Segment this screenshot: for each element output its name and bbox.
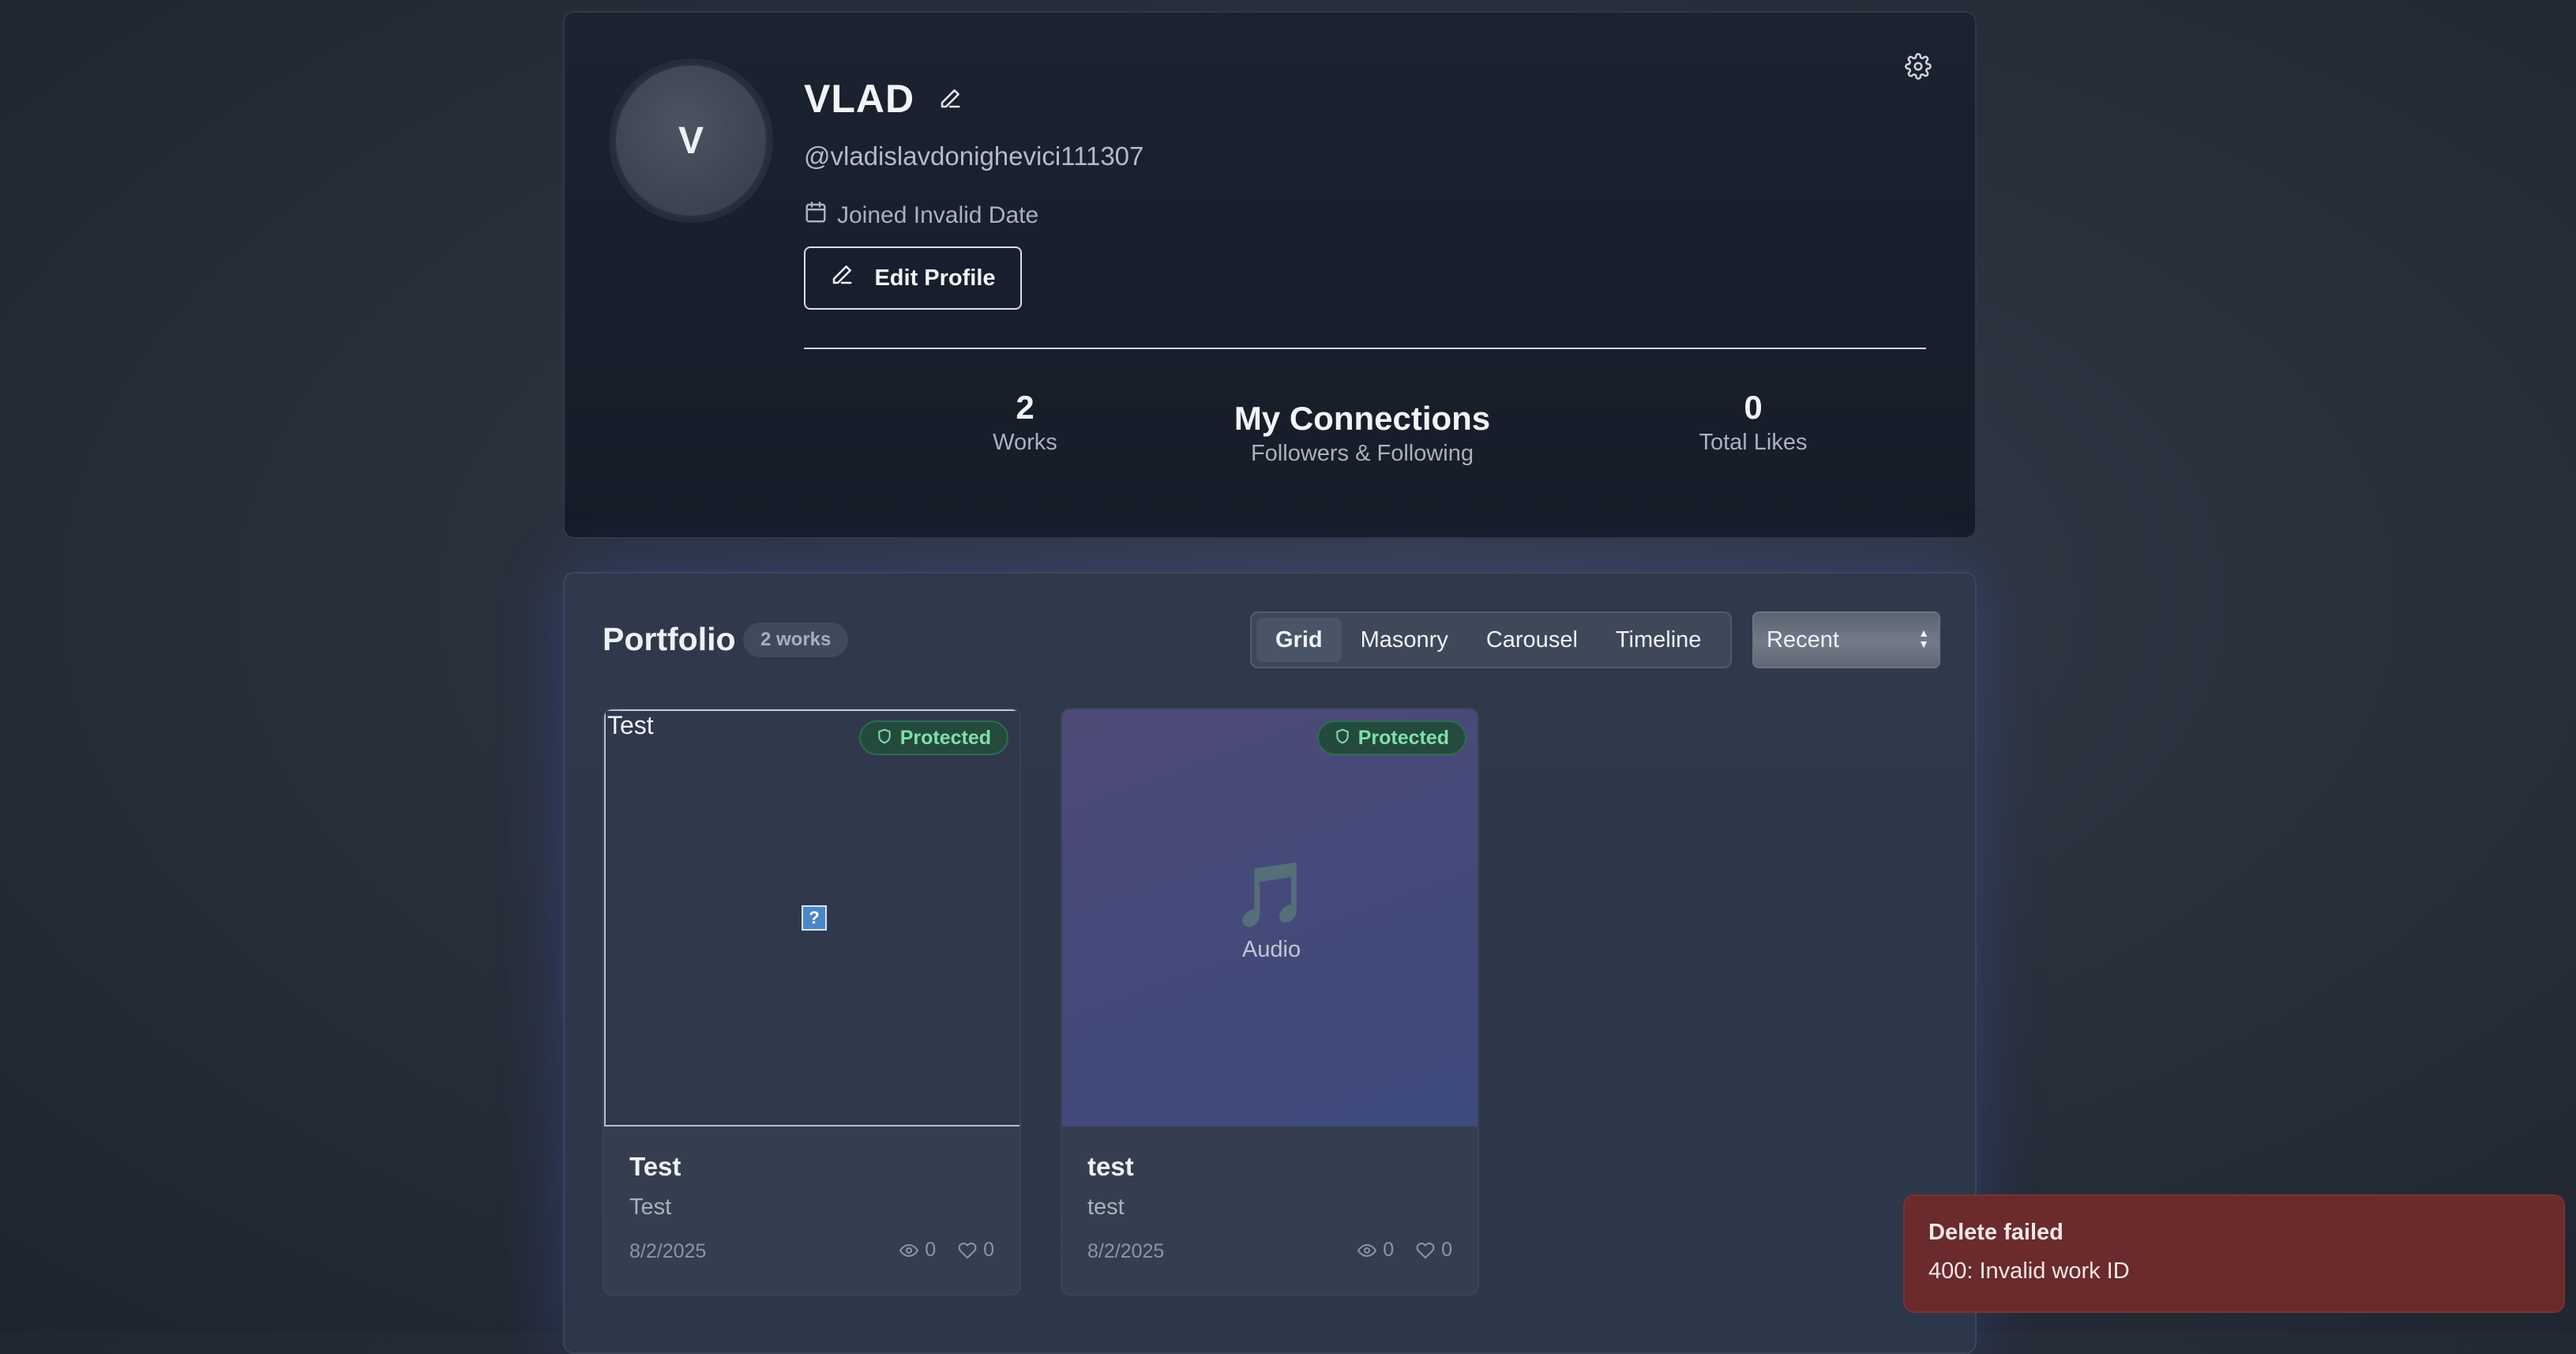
profile-divider: [804, 348, 1926, 349]
connections-title: My Connections: [1234, 400, 1491, 437]
edit-name-pencil-icon[interactable]: [938, 87, 962, 111]
view-masonry-button[interactable]: Masonry: [1342, 618, 1467, 662]
portfolio-section: Portfolio 2 works Grid Masonry Carousel …: [563, 572, 1977, 1354]
error-toast[interactable]: Delete failed 400: Invalid work ID: [1903, 1194, 2565, 1313]
likes-stat[interactable]: 0: [958, 1239, 994, 1262]
works-count-badge: 2 works: [743, 622, 849, 657]
broken-image-icon: ?: [802, 905, 827, 931]
protected-label: Protected: [899, 726, 991, 749]
work-card[interactable]: Test ? Protected Test Test 8/2/2025 0 0: [603, 708, 1021, 1296]
joined-text: Joined Invalid Date: [837, 202, 1039, 228]
work-stats: 0 0: [1357, 1239, 1452, 1262]
avatar: V: [616, 66, 766, 216]
likes-count: 0: [1744, 389, 1763, 426]
broken-image-alt-text: Test: [607, 711, 654, 739]
work-title: test: [1087, 1152, 1134, 1181]
joined-date: Joined Invalid Date: [804, 201, 1038, 231]
sort-select[interactable]: Recent ▲ ▼: [1752, 611, 1940, 668]
protected-label: Protected: [1357, 726, 1449, 749]
view-carousel-button[interactable]: Carousel: [1467, 618, 1597, 662]
shield-icon: [1335, 727, 1350, 750]
toast-title: Delete failed: [1928, 1220, 2063, 1245]
likes-label: Total Likes: [1699, 430, 1808, 455]
views-count: 0: [925, 1239, 937, 1261]
work-stats: 0 0: [899, 1239, 994, 1262]
views-stat: 0: [1357, 1239, 1394, 1262]
likes-stat: 0 Total Likes: [1674, 389, 1832, 456]
audio-placeholder: 🎵 Audio: [1062, 859, 1478, 963]
likes-count: 0: [1441, 1239, 1452, 1261]
name-row: VLAD: [804, 76, 962, 122]
connections-link[interactable]: My Connections Followers & Following: [1204, 400, 1520, 467]
view-timeline-button[interactable]: Timeline: [1597, 618, 1721, 662]
likes-count: 0: [983, 1239, 994, 1261]
edit-profile-button[interactable]: Edit Profile: [804, 246, 1022, 310]
sort-selected-value: Recent: [1767, 626, 1839, 653]
work-thumbnail[interactable]: 🎵 Audio: [1062, 709, 1478, 1126]
works-label: Works: [993, 430, 1057, 455]
shield-icon: [877, 727, 892, 750]
work-card[interactable]: 🎵 Audio Protected test test 8/2/2025 0 0: [1061, 708, 1479, 1296]
views-count: 0: [1383, 1239, 1395, 1261]
protected-badge: Protected: [1316, 720, 1466, 755]
connections-subtitle: Followers & Following: [1250, 441, 1474, 466]
eye-icon: [899, 1241, 919, 1260]
edit-profile-label: Edit Profile: [874, 265, 996, 291]
heart-icon: [1416, 1241, 1435, 1260]
toast-message: 400: Invalid work ID: [1928, 1258, 2130, 1284]
audio-label: Audio: [1241, 937, 1301, 962]
thumbnail-top-border: [618, 709, 1013, 711]
work-title: Test: [629, 1152, 682, 1181]
profile-card: V VLAD @vladislavdonighevici111307 Joine…: [563, 11, 1977, 539]
music-note-icon: 🎵: [1232, 859, 1311, 930]
avatar-ring: V: [609, 58, 773, 223]
portfolio-title: Portfolio: [603, 621, 736, 657]
select-arrows-icon: ▲ ▼: [1918, 626, 1929, 650]
works-count: 2: [1016, 389, 1035, 426]
views-stat: 0: [899, 1239, 936, 1262]
work-thumbnail[interactable]: Test ?: [604, 709, 1020, 1126]
protected-badge: Protected: [858, 720, 1008, 755]
profile-handle: @vladislavdonighevici111307: [804, 141, 1144, 171]
profile-name: VLAD: [804, 77, 915, 121]
calendar-icon: [804, 201, 828, 231]
work-description: test: [1087, 1194, 1125, 1220]
work-date: 8/2/2025: [629, 1240, 707, 1262]
view-grid-button[interactable]: Grid: [1256, 618, 1342, 662]
work-date: 8/2/2025: [1087, 1240, 1165, 1262]
gear-icon[interactable]: [1905, 53, 1932, 80]
likes-stat[interactable]: 0: [1416, 1239, 1452, 1262]
view-mode-switch: Grid Masonry Carousel Timeline: [1250, 611, 1732, 668]
work-description: Test: [629, 1194, 672, 1220]
eye-icon: [1357, 1241, 1377, 1260]
heart-icon: [958, 1241, 977, 1260]
works-stat: 2 Works: [946, 389, 1104, 456]
pencil-icon: [830, 263, 854, 293]
